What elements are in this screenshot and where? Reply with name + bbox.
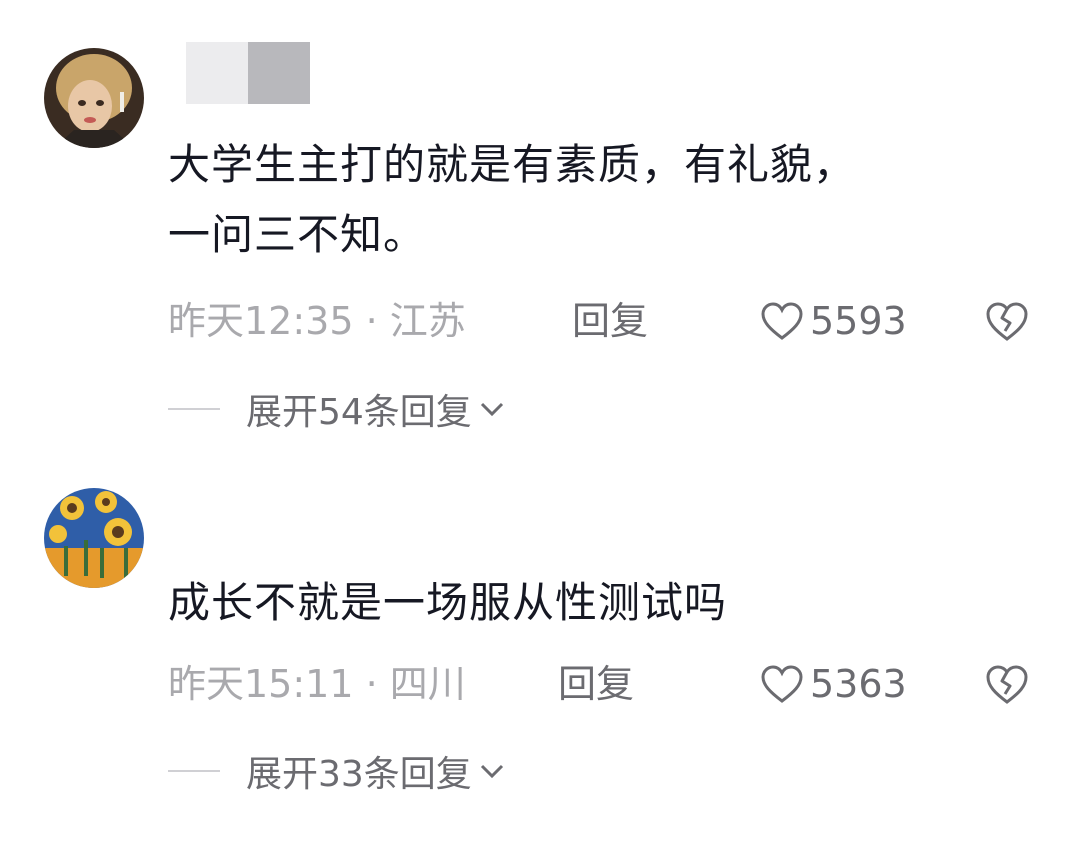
chevron-down-icon [480,764,503,779]
username-redacted[interactable] [186,42,310,104]
comment-text: 成长不就是一场服从性测试吗 [168,568,1008,638]
redaction-block [248,42,310,104]
expand-replies-label: 展开54条回复 [246,392,472,433]
like-button[interactable]: 5363 [760,659,907,709]
broken-heart-icon [986,665,1028,704]
heart-outline-icon [761,665,803,703]
expand-replies[interactable]: 展开54条回复 [168,384,506,434]
reply-button[interactable]: 回复 [572,296,648,346]
comment-text-line: 一问三不知。 [168,210,427,259]
expand-replies-label: 展开33条回复 [246,754,472,795]
comment-meta: 昨天12:35 · 江苏 回复 5593 [168,296,1048,346]
time-location: 昨天12:35 · 江苏 [168,299,466,343]
heart-outline-icon [761,302,803,340]
dislike-button[interactable] [984,661,1030,707]
like-count: 5363 [810,662,907,706]
expand-replies[interactable]: 展开33条回复 [168,746,506,796]
reply-button[interactable]: 回复 [558,659,634,709]
comment-meta: 昨天15:11 · 四川 回复 5363 [168,659,1048,709]
time-location: 昨天15:11 · 四川 [168,662,466,706]
like-button[interactable]: 5593 [760,296,907,346]
comment-text-line: 大学生主打的就是有素质，有礼貌， [168,140,857,189]
avatar[interactable] [44,48,144,148]
chevron-down-icon [480,402,503,417]
broken-heart-icon [986,302,1028,341]
dislike-button[interactable] [984,298,1030,344]
like-count: 5593 [810,299,907,343]
comment-item: 大学生主打的就是有素质，有礼貌， 一问三不知。 昨天12:35 · 江苏 回复 … [0,0,1080,440]
divider-line [168,770,220,772]
redaction-block [186,42,248,104]
divider-line [168,408,220,410]
comment-item: 成长不就是一场服从性测试吗 昨天15:11 · 四川 回复 5363 展开33条… [0,440,1080,849]
avatar[interactable] [44,488,144,588]
comment-text-line: 成长不就是一场服从性测试吗 [168,578,728,627]
comment-text: 大学生主打的就是有素质，有礼貌， 一问三不知。 [168,130,1008,270]
